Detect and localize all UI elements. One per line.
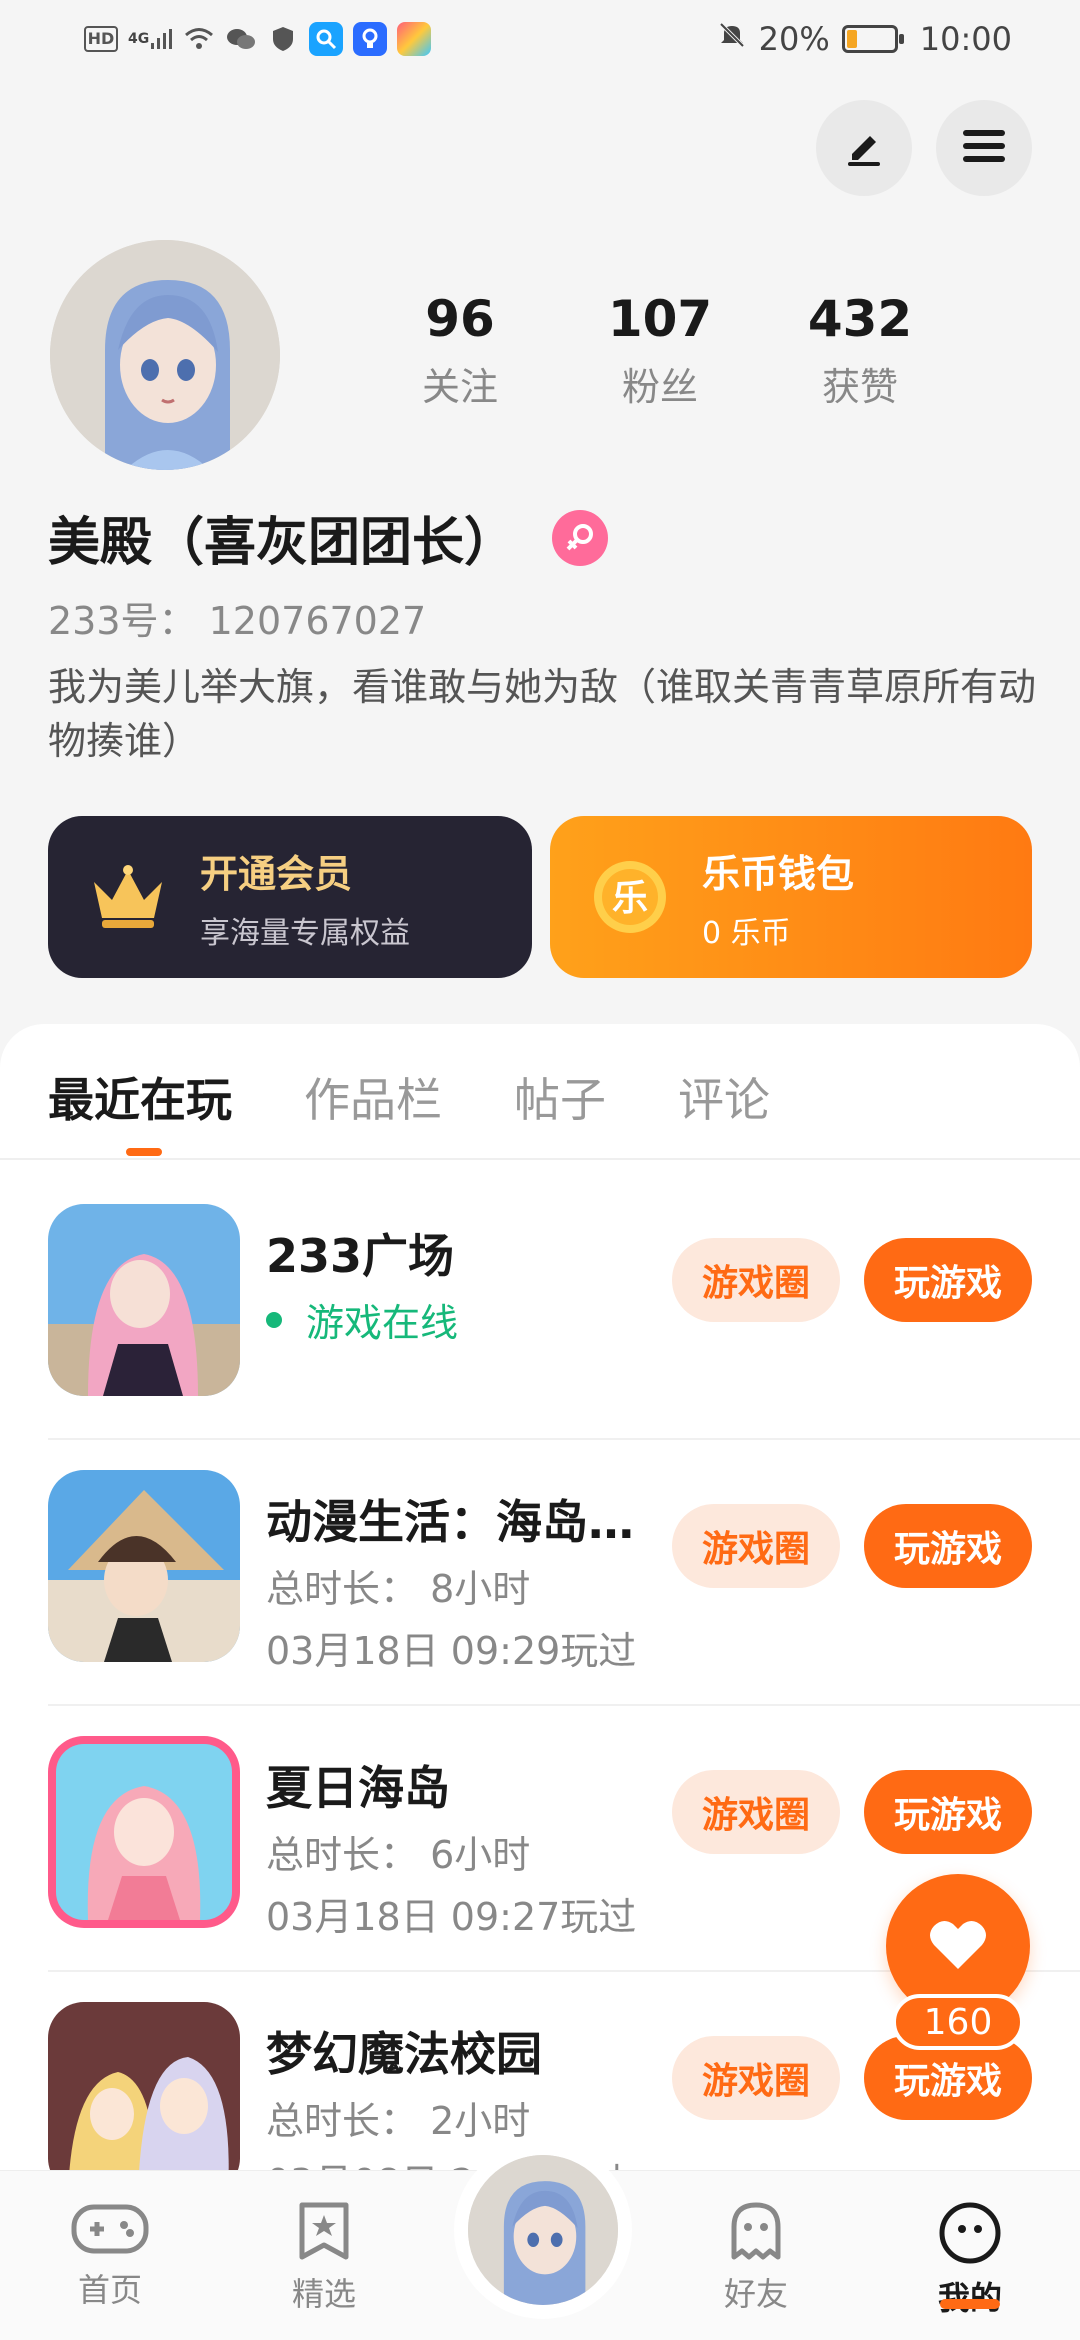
user-id: 233号： 120767027: [48, 599, 427, 643]
play-game-button[interactable]: 玩游戏: [864, 1770, 1032, 1854]
status-icons-right: 20% 10:00: [717, 20, 1012, 58]
online-text: 游戏在线: [306, 1301, 459, 1345]
wifi-icon: [183, 23, 215, 55]
battery-icon: [841, 25, 904, 53]
online-status: 游戏在线: [266, 1292, 458, 1347]
hamburger-icon: [961, 126, 1007, 170]
nav-label: 我的: [937, 2279, 1002, 2317]
play-duration: 总时长： 2小时: [266, 2099, 531, 2143]
game-thumbnail: [48, 1204, 240, 1396]
game-circle-button[interactable]: 游戏圈: [672, 1504, 840, 1588]
crown-icon: [86, 855, 170, 939]
anime-girl-avatar-image: [50, 240, 280, 470]
game-name: 夏日海岛: [266, 1761, 450, 1815]
stat-likes[interactable]: 432 获赞: [760, 290, 960, 411]
vip-card[interactable]: 开通会员 享海量专属权益: [48, 816, 532, 978]
heart-icon: [928, 1917, 988, 1975]
nickname-row: 美殿（喜灰团团长）: [48, 500, 609, 575]
vip-title: 开通会员: [200, 851, 353, 896]
wallet-card[interactable]: 乐 乐币钱包 0 乐币: [550, 816, 1032, 978]
wallet-title: 乐币钱包: [702, 851, 855, 896]
tab-works[interactable]: 作品栏: [304, 1064, 442, 1130]
menu-button[interactable]: [936, 100, 1032, 196]
smiley-icon: [938, 2202, 1002, 2269]
status-icons-left: HD 4G: [84, 22, 432, 56]
like-count-badge: 160: [892, 1994, 1024, 2050]
game-name: 梦幻魔法校园: [266, 2027, 542, 2081]
tab-recent-played[interactable]: 最近在玩: [48, 1064, 232, 1130]
ghost-icon: [726, 2202, 786, 2265]
game-circle-button[interactable]: 游戏圈: [672, 1770, 840, 1854]
avatar: [468, 2155, 618, 2305]
app-search-icon: [309, 22, 344, 56]
last-played: 03月18日 09:29玩过: [266, 1629, 637, 1673]
game-name: 233广场: [266, 1229, 455, 1283]
nav-center-avatar[interactable]: [454, 2141, 632, 2319]
network-type: 4G: [128, 31, 150, 47]
shield-icon: [267, 23, 299, 55]
stat-followers[interactable]: 107 粉丝: [560, 290, 760, 411]
game-row[interactable]: 233广场 游戏在线 游戏圈 玩游戏: [48, 1174, 1080, 1440]
status-bar: HD 4G 20% 10:00: [0, 0, 1080, 84]
play-game-button[interactable]: 玩游戏: [864, 1238, 1032, 1322]
coin-icon: 乐: [588, 855, 672, 939]
nav-active-indicator: [940, 2299, 1000, 2309]
gamepad-icon: [70, 2204, 150, 2261]
stat-label: 获赞: [821, 365, 898, 409]
coin-char: 乐: [612, 878, 648, 919]
bio: 我为美儿举大旗，看谁敢与她为敌（谁取关青青草原所有动物揍谁）: [48, 665, 1037, 763]
game-thumbnail: [48, 1470, 240, 1662]
play-duration: 总时长： 6小时: [266, 1833, 531, 1877]
nickname: 美殿（喜灰团团长）: [48, 513, 517, 573]
stat-following[interactable]: 96 关注: [360, 290, 560, 411]
divider: [0, 1158, 1080, 1160]
edit-profile-button[interactable]: [816, 100, 912, 196]
hd-icon: HD: [84, 26, 118, 52]
game-thumbnail: [48, 1736, 240, 1928]
stat-label: 关注: [421, 365, 498, 409]
nav-friends[interactable]: 好友: [686, 2201, 826, 2315]
stat-number: 432: [807, 290, 913, 348]
profile-tabs: 最近在玩 作品栏 帖子 评论: [48, 1064, 770, 1130]
wechat-icon: [225, 23, 257, 55]
tab-comments[interactable]: 评论: [678, 1064, 770, 1130]
wallet-balance: 0 乐币: [702, 915, 791, 951]
mute-bell-icon: [717, 20, 747, 58]
game-row[interactable]: 动漫生活：海岛… 总时长： 8小时 03月18日 09:29玩过 游戏圈 玩游戏: [48, 1440, 1080, 1706]
clock: 10:00: [919, 20, 1012, 58]
star-bookmark-icon: [296, 2202, 352, 2265]
tab-posts[interactable]: 帖子: [514, 1064, 606, 1130]
profile-stats: 96 关注 107 粉丝 432 获赞: [360, 290, 960, 411]
nav-label: 首页: [77, 2271, 142, 2309]
game-circle-button[interactable]: 游戏圈: [672, 1238, 840, 1322]
nav-label: 精选: [291, 2275, 356, 2313]
game-thumbnail: [48, 2002, 240, 2194]
bottom-nav: 首页 精选 好友 我的: [0, 2141, 1080, 2340]
play-game-button[interactable]: 玩游戏: [864, 1504, 1032, 1588]
stat-number: 107: [607, 290, 713, 348]
battery-percent: 20%: [758, 20, 830, 58]
female-gender-icon: [552, 509, 609, 566]
play-duration: 总时长： 8小时: [266, 1567, 531, 1611]
app-bulb-icon: [353, 22, 388, 56]
signal-icon: 4G: [128, 23, 173, 55]
stat-number: 96: [425, 290, 495, 348]
nav-label: 好友: [723, 2275, 788, 2313]
game-name: 动漫生活：海岛…: [266, 1495, 634, 1549]
last-played: 03月18日 09:27玩过: [266, 1895, 637, 1939]
nav-featured[interactable]: 精选: [254, 2201, 394, 2315]
app-color-icon: [397, 22, 432, 56]
online-dot-icon: [266, 1311, 282, 1328]
avatar[interactable]: [50, 240, 280, 470]
stat-label: 粉丝: [621, 365, 698, 409]
game-circle-button[interactable]: 游戏圈: [672, 2036, 840, 2120]
nav-home[interactable]: 首页: [40, 2201, 180, 2311]
pen-icon: [842, 124, 886, 172]
vip-subtitle: 享海量专属权益: [200, 915, 410, 951]
tab-indicator: [126, 1148, 162, 1156]
